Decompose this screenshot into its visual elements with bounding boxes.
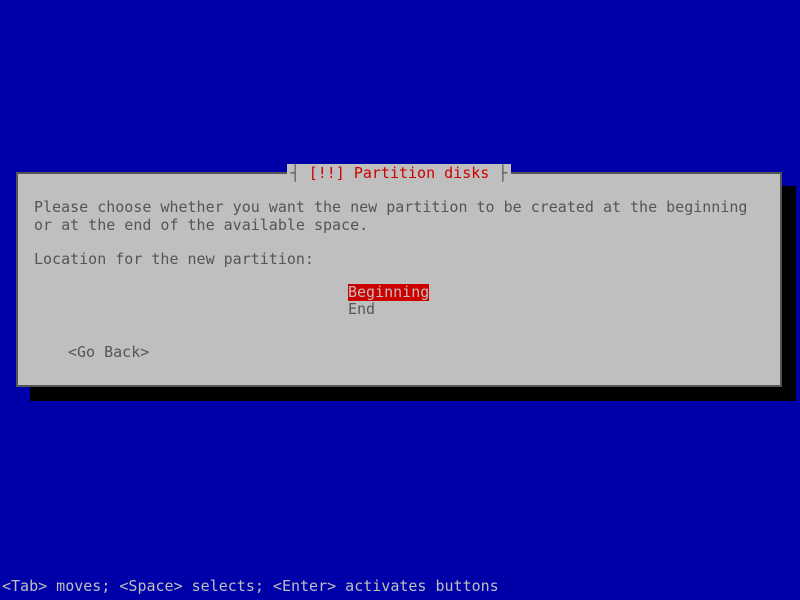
go-back-button[interactable]: <Go Back> — [68, 343, 764, 361]
dialog-prompt: Location for the new partition: — [34, 250, 764, 268]
keyboard-hints: <Tab> moves; <Space> selects; <Enter> ac… — [0, 577, 501, 595]
title-label: Partition disks — [354, 164, 489, 182]
title-bracket-right: ├ — [498, 164, 507, 182]
dialog-content: Please choose whether you want the new p… — [18, 174, 780, 377]
title-text: Partition disks — [345, 164, 499, 182]
partition-location-options: Beginning End — [34, 284, 764, 319]
option-end[interactable]: End — [348, 301, 375, 318]
partition-dialog: ┤ [!!] Partition disks ├ Please choose w… — [16, 172, 782, 387]
option-beginning[interactable]: Beginning — [348, 284, 429, 301]
dialog-title: ┤ [!!] Partition disks ├ — [287, 164, 512, 182]
dialog-description: Please choose whether you want the new p… — [34, 198, 764, 234]
dialog-title-row: ┤ [!!] Partition disks ├ — [18, 164, 780, 182]
title-importance-mark: [!!] — [309, 164, 345, 182]
title-bracket-left: ┤ — [291, 164, 309, 182]
